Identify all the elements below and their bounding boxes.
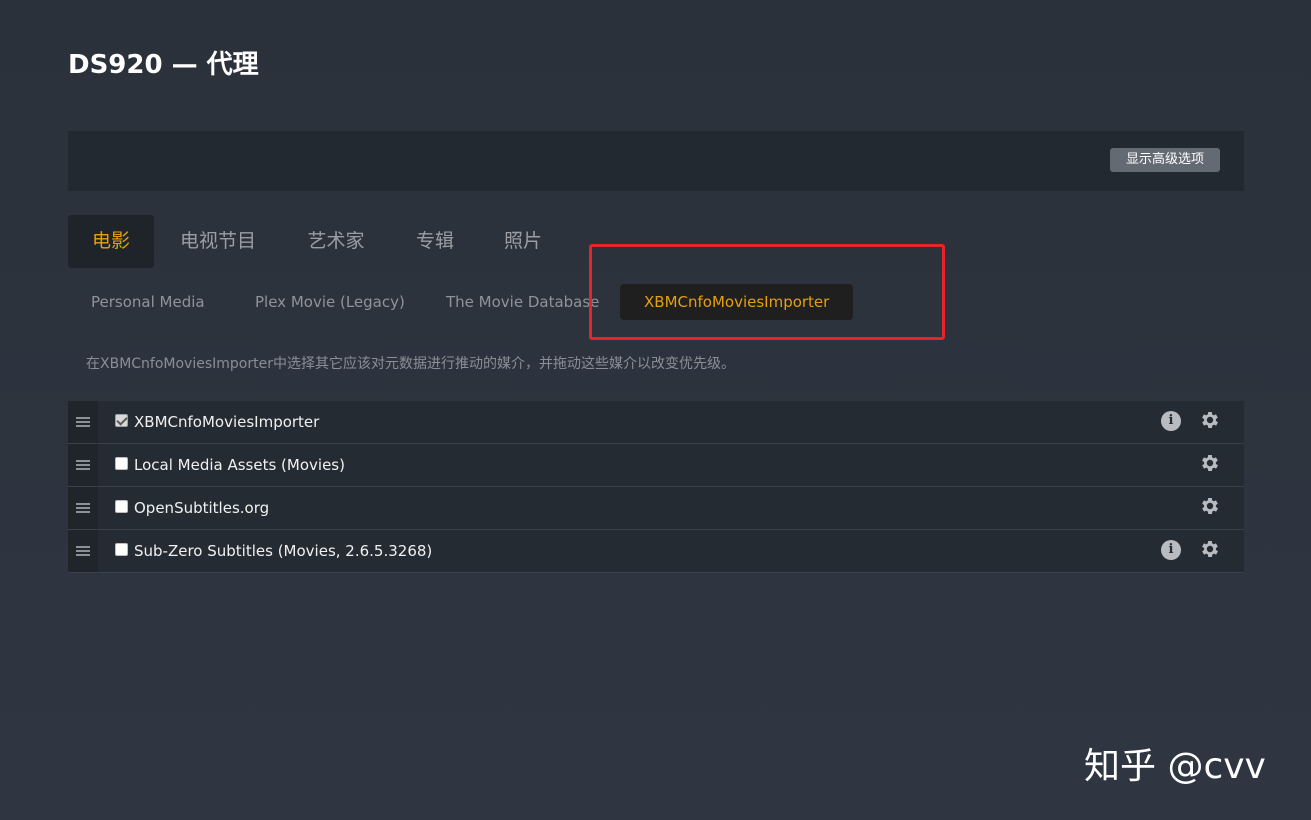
agent-name: XBMCnfoMoviesImporter: [134, 413, 320, 431]
agent-name: Sub-Zero Subtitles (Movies, 2.6.5.3268): [134, 542, 433, 560]
agent-row[interactable]: XBMCnfoMoviesImporter i: [68, 401, 1244, 444]
agent-tab-personal-media[interactable]: Personal Media: [91, 284, 205, 320]
agent-row[interactable]: Local Media Assets (Movies): [68, 444, 1244, 487]
drag-handle-icon[interactable]: [68, 444, 98, 486]
agent-checkbox[interactable]: [115, 543, 128, 556]
info-icon[interactable]: i: [1161, 540, 1181, 560]
gear-icon[interactable]: [1199, 409, 1221, 431]
tab-tv-shows[interactable]: 电视节目: [170, 215, 266, 268]
gear-icon[interactable]: [1199, 538, 1221, 560]
agent-description: 在XBMCnfoMoviesImporter中选择其它应该对元数据进行推动的媒介…: [86, 356, 735, 372]
agent-tab-the-movie-database[interactable]: The Movie Database: [446, 284, 599, 320]
tab-albums[interactable]: 专辑: [408, 215, 462, 268]
agent-list: XBMCnfoMoviesImporter i Local Media Asse…: [68, 401, 1244, 573]
gear-icon[interactable]: [1199, 452, 1221, 474]
agent-checkbox[interactable]: [115, 457, 128, 470]
drag-handle-icon[interactable]: [68, 487, 98, 529]
agent-checkbox[interactable]: [115, 414, 128, 427]
agent-checkbox[interactable]: [115, 500, 128, 513]
highlight-annotation-box: [589, 244, 945, 340]
tab-photos[interactable]: 照片: [496, 215, 550, 268]
watermark: 知乎 @cvv: [1084, 746, 1266, 787]
tab-artists[interactable]: 艺术家: [298, 215, 374, 268]
toolbar: 显示高级选项: [68, 131, 1244, 191]
agent-name: Local Media Assets (Movies): [134, 456, 345, 474]
drag-handle-icon[interactable]: [68, 530, 98, 572]
drag-handle-icon[interactable]: [68, 401, 98, 443]
page-title: DS920 — 代理: [68, 50, 259, 80]
tab-movies[interactable]: 电影: [68, 215, 154, 268]
gear-icon[interactable]: [1199, 495, 1221, 517]
show-advanced-button[interactable]: 显示高级选项: [1109, 148, 1220, 172]
agent-row[interactable]: OpenSubtitles.org: [68, 487, 1244, 530]
agent-tab-plex-movie-legacy[interactable]: Plex Movie (Legacy): [255, 284, 405, 320]
info-icon[interactable]: i: [1161, 411, 1181, 431]
agent-row[interactable]: Sub-Zero Subtitles (Movies, 2.6.5.3268) …: [68, 530, 1244, 573]
agent-name: OpenSubtitles.org: [134, 499, 270, 517]
